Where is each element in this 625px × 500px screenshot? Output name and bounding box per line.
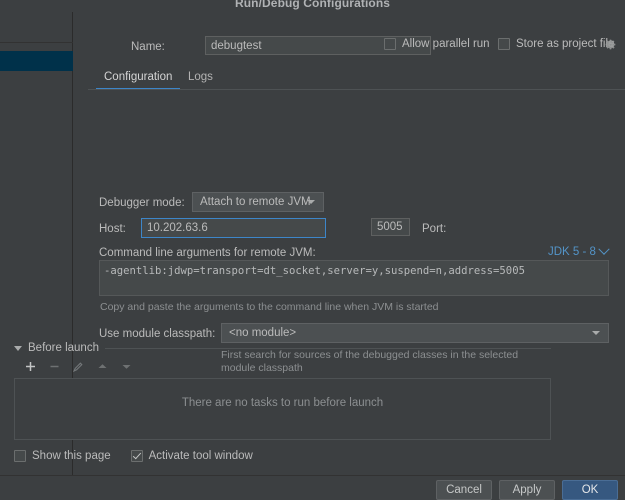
gear-icon[interactable] — [604, 38, 617, 51]
dialog-title: Run/Debug Configurations — [234, 0, 391, 10]
command-line-hint: Copy and paste the arguments to the comm… — [100, 301, 439, 313]
cancel-button[interactable]: Cancel — [436, 480, 492, 500]
allow-parallel-run-label: Allow parallel run — [402, 38, 490, 50]
host-input[interactable] — [141, 218, 326, 238]
name-label: Name: — [131, 41, 165, 53]
footer-separator — [0, 475, 625, 476]
arrow-up-icon — [92, 357, 112, 376]
chevron-down-icon — [598, 243, 610, 255]
configuration-tabs: Configuration Logs — [88, 66, 625, 91]
dialog-footer: Cancel Apply OK — [0, 475, 625, 500]
module-classpath-label: Use module classpath: — [99, 328, 216, 340]
store-as-project-file-checkbox[interactable]: Store as project file — [498, 38, 614, 50]
before-launch-toolbar — [14, 356, 551, 377]
run-debug-configurations-dialog: Run/Debug Configurations Name: Allow par… — [0, 0, 625, 500]
apply-button[interactable]: Apply — [499, 480, 555, 500]
ok-button[interactable]: OK — [562, 480, 618, 500]
plus-icon[interactable] — [20, 357, 40, 376]
before-launch-task-list[interactable]: There are no tasks to run before launch — [14, 378, 551, 440]
jdk-version-selector[interactable]: JDK 5 - 8 — [548, 243, 610, 258]
minus-icon — [44, 357, 64, 376]
collapse-triangle-icon[interactable] — [14, 345, 22, 351]
port-label: Port: — [422, 223, 447, 235]
store-as-project-file-label: Store as project file — [516, 38, 615, 50]
chevron-down-icon — [592, 331, 600, 335]
checkbox-box — [130, 450, 143, 462]
jdk-version-label: JDK 5 - 8 — [548, 246, 596, 258]
command-line-arguments-label: Command line arguments for remote JVM: — [99, 247, 316, 259]
host-label: Host: — [99, 223, 126, 235]
tab-configuration[interactable]: Configuration — [96, 66, 181, 90]
tabs-underline — [88, 89, 625, 90]
activate-tool-window-label: Activate tool window — [148, 450, 253, 462]
checkbox-box — [498, 38, 510, 50]
arrow-down-icon — [116, 357, 136, 376]
activate-tool-window-checkbox[interactable]: Activate tool window — [130, 450, 253, 462]
dialog-title-bar: Run/Debug Configurations — [0, 0, 625, 12]
module-classpath-value: <no module> — [229, 327, 297, 339]
command-line-arguments-textarea[interactable]: -agentlib:jdwp=transport=dt_socket,serve… — [99, 260, 609, 296]
debugger-mode-label: Debugger mode: — [99, 197, 185, 209]
debugger-mode-value: Attach to remote JVM — [200, 196, 311, 208]
sidebar-selected-configuration-row[interactable] — [0, 51, 73, 71]
tab-logs[interactable]: Logs — [180, 66, 221, 90]
before-launch-empty-message: There are no tasks to run before launch — [181, 397, 384, 409]
section-rule — [104, 347, 551, 349]
configuration-header-row: Name: Allow parallel run Store as projec… — [74, 12, 625, 57]
allow-parallel-run-checkbox[interactable]: Allow parallel run — [384, 38, 490, 50]
checkbox-box — [384, 38, 396, 50]
before-launch-title: Before launch — [28, 342, 99, 354]
chevron-down-icon — [307, 200, 315, 204]
sidebar-divider — [0, 42, 73, 43]
before-launch-section-header[interactable]: Before launch — [14, 341, 551, 355]
module-classpath-dropdown[interactable]: <no module> — [221, 323, 609, 343]
show-this-page-checkbox[interactable]: Show this page — [14, 450, 111, 462]
bottom-options-row: Show this page Activate tool window — [14, 450, 253, 462]
pencil-icon — [68, 357, 88, 376]
show-this-page-label: Show this page — [32, 450, 111, 462]
debugger-mode-dropdown[interactable]: Attach to remote JVM — [192, 192, 324, 212]
checkbox-box — [14, 450, 26, 462]
port-input[interactable] — [371, 218, 410, 236]
